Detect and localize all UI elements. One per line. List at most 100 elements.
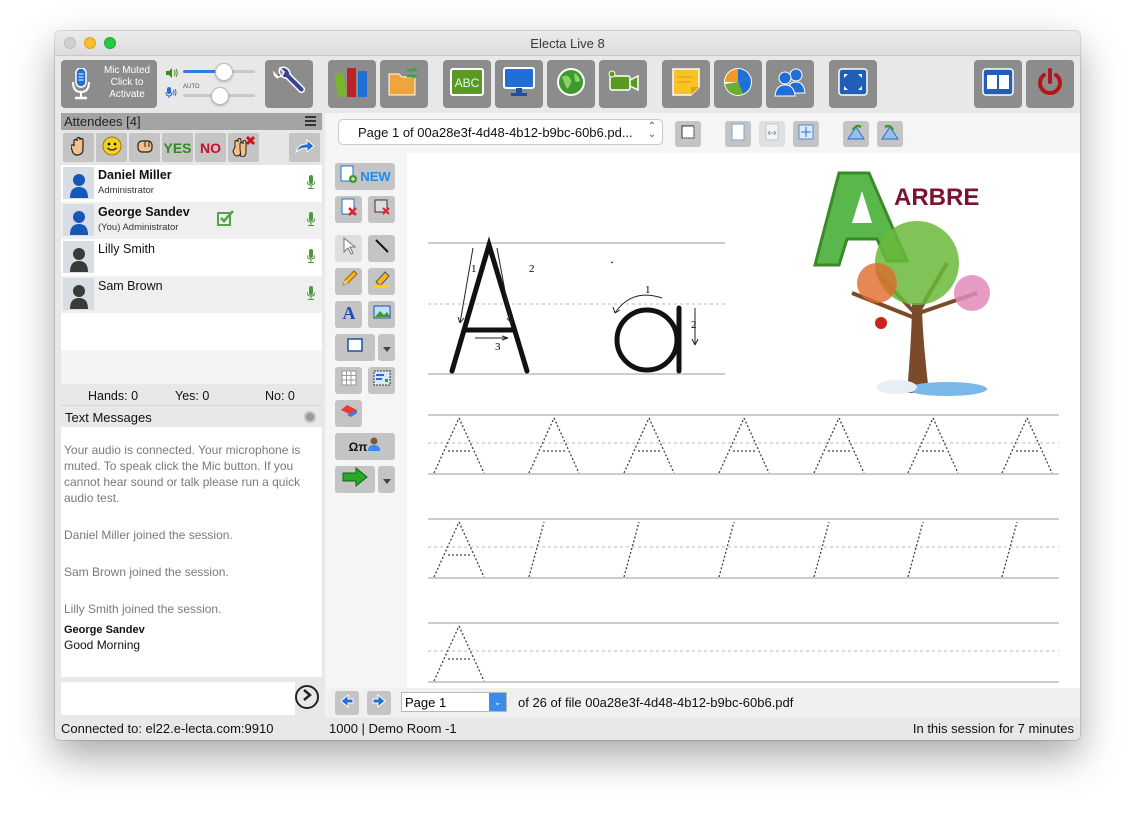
pencil-icon	[340, 270, 358, 293]
file-transfer-button[interactable]	[380, 60, 428, 108]
film-icon	[982, 67, 1014, 101]
message-author: George Sandev	[64, 624, 145, 636]
settings-button[interactable]	[265, 60, 313, 108]
symbols-label: Ωπ	[348, 439, 368, 454]
grid-icon	[341, 370, 357, 391]
dotted-letter-stroke	[743, 417, 770, 474]
response-counts: Hands: 0 Yes: 0 No: 0	[61, 384, 322, 404]
mic-status-label: Mic Muted	[103, 65, 151, 76]
page-icon	[730, 123, 746, 146]
pie-chart-icon	[722, 66, 754, 103]
users-icon	[773, 67, 807, 102]
up-down-chevron-icon: ⌃ ⌄	[647, 121, 656, 140]
attendee-row[interactable]: Sam Brown	[61, 276, 322, 313]
select-tool[interactable]	[335, 235, 362, 262]
avatar	[63, 278, 94, 310]
text-tool[interactable]: A	[335, 301, 362, 328]
dotted-letter-stroke	[838, 417, 865, 474]
shape-tool[interactable]	[335, 334, 375, 361]
highlighter-tool[interactable]	[368, 268, 395, 295]
message-log: Your audio is connected. Your microphone…	[61, 427, 322, 677]
whiteboard-canvas[interactable]: 1 2 3 1 2 ARBRE	[407, 153, 1080, 688]
arrow-left-icon	[340, 693, 354, 713]
next-slide-action[interactable]	[335, 466, 375, 493]
symbols-tool[interactable]: Ωπ	[335, 433, 395, 460]
raise-hand-button[interactable]	[63, 133, 94, 162]
title-bar: Electa Live 8	[55, 31, 1080, 56]
pencil-tool[interactable]	[335, 268, 362, 295]
mic-level-icon	[165, 86, 177, 104]
web-browser-button[interactable]	[547, 60, 595, 108]
attendee-row[interactable]: George Sandev (You) Administrator	[61, 202, 322, 239]
fit-screen-button[interactable]	[793, 121, 819, 147]
fullscreen-button[interactable]	[829, 60, 877, 108]
video-button[interactable]	[599, 60, 647, 108]
dotted-letter-stroke	[528, 417, 555, 474]
arrow-dropdown[interactable]	[378, 466, 395, 493]
share-button[interactable]	[289, 133, 320, 162]
power-icon	[1035, 67, 1065, 102]
mic-hint-line1: Click to	[110, 77, 144, 88]
dotted-letter-stroke	[1001, 417, 1028, 474]
speaker-volume-slider[interactable]	[183, 63, 255, 81]
microphone-icon	[71, 67, 91, 105]
exit-button[interactable]	[1026, 60, 1074, 108]
mic-toggle-button[interactable]: Mic Muted Click to Activate	[61, 60, 157, 108]
fit-width-button[interactable]	[759, 121, 785, 147]
chat-input[interactable]	[61, 682, 295, 715]
arbre-illustration: ARBRE	[813, 171, 990, 396]
new-page-icon	[339, 165, 358, 188]
no-button[interactable]: NO	[195, 133, 226, 162]
attendee-row[interactable]: Daniel Miller Administrator	[61, 165, 322, 202]
page-select[interactable]: Page 1 ⌄	[401, 692, 507, 712]
left-panel: Attendees [4] YES NO Daniel Miller Admin…	[61, 113, 322, 715]
stroke-number: 1	[471, 263, 477, 275]
dotted-letter-stroke	[813, 417, 840, 474]
next-page-button[interactable]	[367, 691, 391, 715]
clear-page-button[interactable]	[368, 196, 395, 223]
image-tool[interactable]	[368, 301, 395, 328]
mic-level-slider[interactable]	[183, 87, 255, 105]
whiteboard-button[interactable]: ABC	[443, 60, 491, 108]
video-camera-icon	[606, 70, 640, 99]
mic-level-knob[interactable]	[211, 87, 229, 105]
new-page-button[interactable]: NEW	[335, 163, 395, 190]
breakout-rooms-button[interactable]	[766, 60, 814, 108]
delete-page-button[interactable]	[335, 196, 362, 223]
attendee-row[interactable]: Lilly Smith	[61, 239, 322, 276]
smile-button[interactable]	[96, 133, 127, 162]
crop-view-button[interactable]	[675, 121, 701, 147]
fit-page-button[interactable]	[725, 121, 751, 147]
shape-dropdown[interactable]	[378, 334, 395, 361]
microphone-icon	[306, 212, 316, 231]
crop-icon	[680, 124, 696, 145]
globe-icon	[556, 67, 586, 102]
gear-icon[interactable]	[304, 411, 316, 423]
attendees-header: Attendees [4]	[61, 113, 322, 130]
rotate-right-button[interactable]	[877, 121, 903, 147]
eraser-tool[interactable]	[335, 400, 362, 427]
notes-button[interactable]	[662, 60, 710, 108]
grid-tool[interactable]	[335, 367, 362, 394]
send-message-button[interactable]	[295, 685, 319, 709]
recording-button[interactable]	[974, 60, 1022, 108]
delete-page-icon	[340, 198, 358, 221]
line-tool[interactable]	[368, 235, 395, 262]
template-tool[interactable]	[368, 367, 395, 394]
list-menu-icon[interactable]	[305, 116, 316, 128]
clap-button[interactable]	[129, 133, 160, 162]
speaker-volume-knob[interactable]	[214, 63, 233, 81]
polls-button[interactable]	[714, 60, 762, 108]
dotted-letter-stroke	[553, 417, 580, 474]
previous-page-button[interactable]	[335, 691, 359, 715]
library-button[interactable]	[328, 60, 376, 108]
rotate-left-button[interactable]	[843, 121, 869, 147]
system-message: Sam Brown joined the session.	[64, 565, 229, 579]
window-title: Electa Live 8	[530, 36, 605, 51]
document-selector[interactable]: Page 1 of 00a28e3f-4d48-4b12-b9bc-60b6.p…	[338, 119, 663, 145]
yes-button[interactable]: YES	[162, 133, 193, 162]
screen-share-button[interactable]	[495, 60, 543, 108]
dotted-letter-stroke	[932, 417, 959, 474]
clear-hands-button[interactable]	[228, 133, 259, 162]
folder-transfer-icon	[387, 66, 421, 103]
